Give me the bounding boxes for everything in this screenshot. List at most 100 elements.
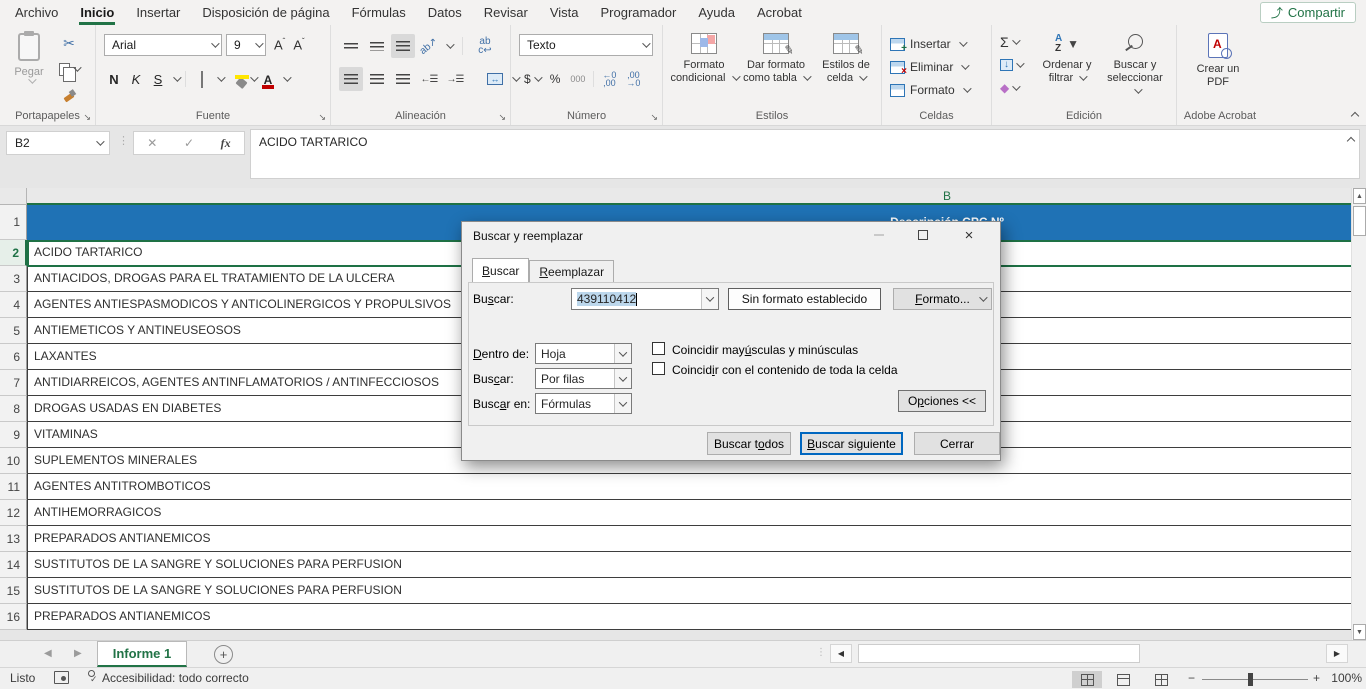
menu-tab-inicio[interactable]: Inicio — [69, 0, 125, 25]
scroll-down-button[interactable]: ▼ — [1353, 624, 1366, 640]
dialog-launcher-icon[interactable]: ↘ — [498, 113, 506, 121]
view-normal-button[interactable] — [1072, 671, 1102, 688]
align-middle-button[interactable] — [365, 34, 389, 58]
menu-tab-vista[interactable]: Vista — [539, 0, 590, 25]
row-header[interactable]: 1 — [0, 205, 27, 240]
close-button[interactable]: × — [952, 222, 986, 248]
delete-cells-button[interactable]: ×Eliminar — [890, 58, 967, 76]
next-sheet-icon[interactable]: ▶ — [74, 648, 82, 659]
decrease-indent-button[interactable]: ←☰ — [417, 67, 441, 91]
scroll-up-button[interactable]: ▲ — [1353, 188, 1366, 204]
sheet-tab-informe-1[interactable]: Informe 1 — [97, 641, 187, 667]
font-size-select[interactable]: 9 — [226, 34, 266, 56]
align-top-button[interactable] — [339, 34, 363, 58]
font-color-button[interactable]: A — [258, 72, 278, 87]
wrap-text-button[interactable]: abc↩ — [473, 34, 497, 58]
search-by-select[interactable]: Por filas — [535, 368, 632, 389]
row-header[interactable]: 3 — [0, 266, 27, 292]
increase-decimal-button[interactable]: ←0,00 — [597, 71, 621, 87]
column-header-b[interactable]: B — [897, 189, 997, 203]
share-button[interactable]: ⤴ Compartir — [1260, 2, 1356, 23]
find-select-button[interactable]: Buscar y seleccionar — [1104, 33, 1166, 113]
new-sheet-button[interactable]: + — [214, 645, 233, 664]
minimize-button[interactable] — [862, 222, 896, 248]
format-painter-button[interactable] — [58, 85, 80, 105]
zoom-slider-thumb[interactable] — [1248, 673, 1253, 686]
formula-bar-splitter[interactable]: ⋮ — [118, 134, 129, 147]
row-header[interactable]: 13 — [0, 526, 27, 552]
zoom-in-button[interactable]: + — [1313, 671, 1320, 685]
scroll-right-button[interactable]: ▶ — [1326, 644, 1348, 663]
sort-filter-button[interactable]: AZ▼ Ordenar y filtrar — [1036, 33, 1098, 113]
borders-button[interactable] — [192, 72, 212, 87]
align-left-button[interactable] — [339, 67, 363, 91]
previous-sheet-icon[interactable]: ◀ — [44, 648, 52, 659]
align-bottom-button[interactable] — [391, 34, 415, 58]
clear-button[interactable]: ◆ — [1000, 79, 1022, 97]
tab-buscar[interactable]: Buscar — [472, 258, 529, 282]
menu-tab-revisar[interactable]: Revisar — [473, 0, 539, 25]
cell-styles-button[interactable]: ✎ Estilos de celda — [811, 33, 881, 113]
number-format-select[interactable]: Texto — [519, 34, 653, 56]
collapse-ribbon-icon[interactable] — [1351, 112, 1359, 120]
cut-button[interactable]: ✂ — [58, 33, 80, 53]
bold-button[interactable]: N — [104, 72, 124, 87]
paste-button[interactable]: Pegar — [6, 33, 52, 111]
options-button[interactable]: Opciones << — [898, 390, 986, 412]
maximize-button[interactable] — [906, 222, 940, 248]
menu-tab-disposici-n-de-p-gina[interactable]: Disposición de página — [191, 0, 340, 25]
insert-function-button[interactable]: fx — [207, 132, 244, 154]
vertical-scrollbar-thumb[interactable] — [1353, 206, 1366, 236]
orientation-button[interactable]: ab↗ — [417, 34, 441, 58]
row-header[interactable]: 2 — [0, 240, 27, 266]
combo-dropdown-button[interactable] — [614, 369, 631, 388]
copy-button[interactable] — [58, 59, 80, 79]
align-center-button[interactable] — [365, 67, 389, 91]
menu-tab-datos[interactable]: Datos — [417, 0, 473, 25]
grid-cell[interactable]: ANTIHEMORRAGICOS — [27, 500, 1351, 526]
formula-input[interactable]: ACIDO TARTARICO — [250, 129, 1360, 179]
menu-tab-f-rmulas[interactable]: Fórmulas — [341, 0, 417, 25]
underline-button[interactable]: S — [148, 72, 168, 87]
match-entire-cell-checkbox[interactable] — [652, 362, 665, 375]
zoom-level[interactable]: 100% — [1330, 671, 1362, 685]
format-button[interactable]: Formato... — [893, 288, 992, 310]
find-all-button[interactable]: Buscar todos — [707, 432, 791, 455]
look-in-select[interactable]: Fórmulas — [535, 393, 632, 414]
row-header[interactable]: 9 — [0, 422, 27, 448]
grid-cell[interactable]: SUSTITUTOS DE LA SANGRE Y SOLUCIONES PAR… — [27, 578, 1351, 604]
vertical-scrollbar[interactable]: ▲ ▼ — [1351, 188, 1366, 640]
autosum-button[interactable]: Σ — [1000, 33, 1022, 51]
row-header[interactable]: 7 — [0, 370, 27, 396]
match-case-checkbox[interactable] — [652, 342, 665, 355]
within-select[interactable]: Hoja — [535, 343, 632, 364]
row-header[interactable]: 6 — [0, 344, 27, 370]
zoom-out-button[interactable]: − — [1188, 671, 1195, 685]
fill-button[interactable]: ↓ — [1000, 56, 1022, 74]
tab-scrollbar-splitter[interactable]: ⋮ — [816, 647, 826, 658]
menu-tab-archivo[interactable]: Archivo — [4, 0, 69, 25]
create-pdf-button[interactable]: Crear un PDF — [1185, 33, 1251, 113]
menu-tab-ayuda[interactable]: Ayuda — [687, 0, 746, 25]
cancel-entry-button[interactable]: ✕ — [134, 132, 171, 154]
merge-center-button[interactable]: ↔ — [483, 67, 507, 91]
dialog-launcher-icon[interactable]: ↘ — [83, 113, 91, 121]
macro-record-icon[interactable] — [54, 671, 69, 684]
menu-tab-acrobat[interactable]: Acrobat — [746, 0, 813, 25]
row-header[interactable]: 4 — [0, 292, 27, 318]
row-header[interactable]: 14 — [0, 552, 27, 578]
horizontal-scrollbar-thumb[interactable] — [858, 644, 1140, 663]
thousands-separator-button[interactable]: 000 — [565, 74, 590, 84]
zoom-slider-track[interactable] — [1202, 679, 1308, 680]
view-page-layout-button[interactable] — [1108, 671, 1138, 688]
row-header[interactable]: 12 — [0, 500, 27, 526]
grid-cell[interactable]: PREPARADOS ANTIANEMICOS — [27, 604, 1351, 630]
italic-button[interactable]: K — [126, 72, 146, 87]
row-header[interactable]: 16 — [0, 604, 27, 630]
row-header[interactable]: 5 — [0, 318, 27, 344]
menu-tab-insertar[interactable]: Insertar — [125, 0, 191, 25]
grid-cell[interactable]: AGENTES ANTITROMBOTICOS — [27, 474, 1351, 500]
row-header[interactable]: 10 — [0, 448, 27, 474]
decrease-decimal-button[interactable]: ,00→0 — [621, 71, 645, 87]
confirm-entry-button[interactable]: ✓ — [171, 132, 208, 154]
